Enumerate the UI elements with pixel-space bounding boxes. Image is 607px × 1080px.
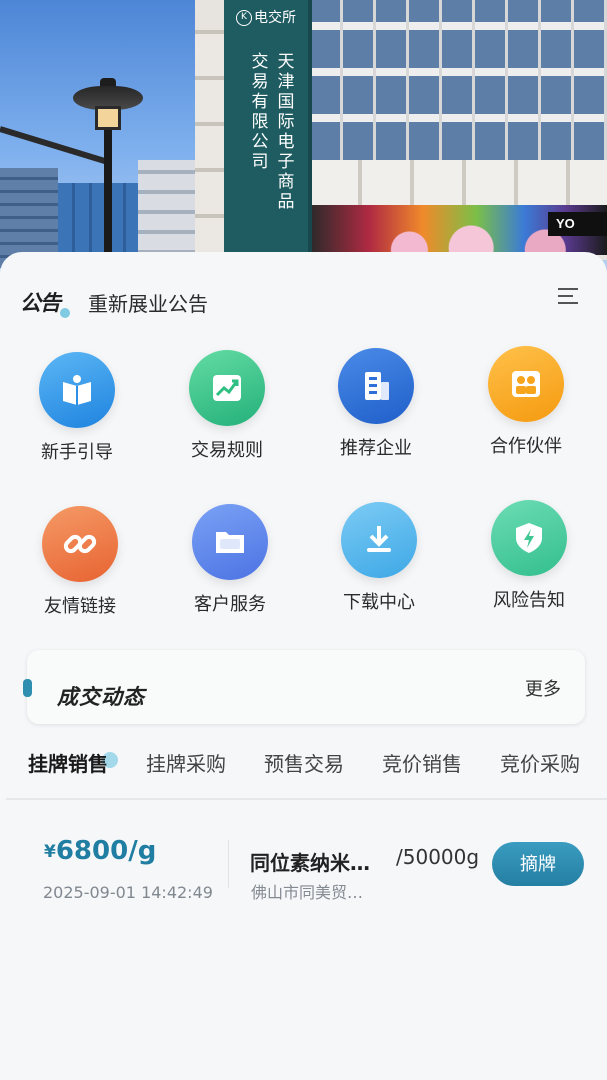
deal-accent (23, 679, 32, 697)
building-icon (333, 343, 419, 429)
listing-row[interactable]: ¥6800/g 2025-09-01 14:42:49 同位素纳米… /5000… (0, 830, 607, 910)
shield-icon (486, 495, 572, 581)
notice-bar[interactable]: 公告 重新展业公告 (20, 280, 587, 320)
grid-label: 客户服务 (194, 594, 266, 615)
grid-label: 新手引导 (41, 442, 113, 463)
building-windows (310, 0, 607, 160)
notice-tag-dot (60, 308, 70, 318)
delist-button[interactable]: 摘牌 (492, 842, 584, 886)
price-value: 6800/g (55, 836, 157, 866)
grid-label: 交易规则 (191, 440, 263, 461)
grid-item-recommended-companies[interactable]: 推荐企业 (316, 343, 436, 478)
building-wing (195, 30, 227, 260)
currency-symbol: ¥ (44, 842, 56, 862)
street-lamp-pole (104, 118, 112, 258)
deal-dynamics-title: 成交动态 (57, 685, 145, 709)
download-icon (336, 497, 422, 583)
grid-label: 下载中心 (343, 592, 415, 613)
book-icon (34, 347, 120, 433)
grid-item-beginner-guide[interactable]: 新手引导 (17, 347, 137, 482)
grid-label: 推荐企业 (340, 438, 412, 459)
tab-listing-sale[interactable]: 挂牌销售 (28, 748, 108, 777)
folder-icon (187, 499, 273, 585)
sign-logo-mark: K (236, 10, 252, 26)
deal-dynamics-panel: 成交动态 更多 (23, 650, 585, 724)
notice-tag: 公告 (20, 291, 61, 315)
listing-time: 2025-09-01 14:42:49 (43, 883, 213, 902)
lamp-arm (0, 126, 108, 165)
tab-presale[interactable]: 预售交易 (264, 748, 344, 777)
tab-auction-purchase[interactable]: 竞价采购 (500, 748, 580, 777)
grid-item-risk-notice[interactable]: 风险告知 (469, 495, 589, 630)
grid-item-friendly-links[interactable]: 友情链接 (20, 501, 140, 636)
grid-item-partners[interactable]: 合作伙伴 (466, 341, 586, 476)
listing-price: ¥6800/g (44, 836, 156, 866)
store-badge: YO (548, 212, 607, 236)
menu-icon[interactable] (558, 287, 578, 305)
street-lamp-light (95, 106, 121, 130)
product-quantity: /50000g (396, 845, 480, 869)
grid-label: 友情链接 (44, 596, 116, 617)
tab-auction-sale[interactable]: 竞价销售 (382, 748, 462, 777)
grid-item-trading-rules[interactable]: 交易规则 (167, 345, 287, 480)
notice-text[interactable]: 重新展业公告 (88, 288, 208, 317)
tab-listing-purchase[interactable]: 挂牌采购 (146, 748, 226, 777)
partners-icon (483, 341, 569, 427)
sign-logo: K 电交所 (236, 7, 296, 27)
main-card: 公告 重新展业公告 新手引导 交易规则 推荐企业 合作伙伴 友情链接 客户服务 … (0, 252, 607, 1080)
more-link[interactable]: 更多 (525, 675, 561, 701)
tabs-divider (6, 798, 607, 800)
trade-tabs: 挂牌销售 挂牌采购 预售交易 竞价销售 竞价采购 (0, 748, 607, 788)
sign-text-column-1: 天津国际电子商品 (277, 52, 295, 212)
seller-name: 佛山市同美贸… (251, 883, 364, 902)
grid-item-download-center[interactable]: 下载中心 (319, 497, 439, 632)
sign-logo-text: 电交所 (254, 10, 296, 26)
listing-divider (228, 840, 229, 888)
building-sign: K 电交所 天津国际电子商品 交易有限公司 (224, 0, 312, 255)
grid-label: 风险告知 (493, 590, 565, 611)
link-icon (37, 501, 123, 587)
grid-label: 合作伙伴 (490, 436, 562, 457)
grid-item-customer-service[interactable]: 客户服务 (170, 499, 290, 634)
trend-chart-icon (184, 345, 270, 431)
sign-text-column-2: 交易有限公司 (251, 52, 269, 172)
building-lower-floor (310, 160, 607, 208)
product-name: 同位素纳米… (250, 851, 370, 875)
hero-banner-image: YO K 电交所 天津国际电子商品 交易有限公司 (0, 0, 607, 275)
